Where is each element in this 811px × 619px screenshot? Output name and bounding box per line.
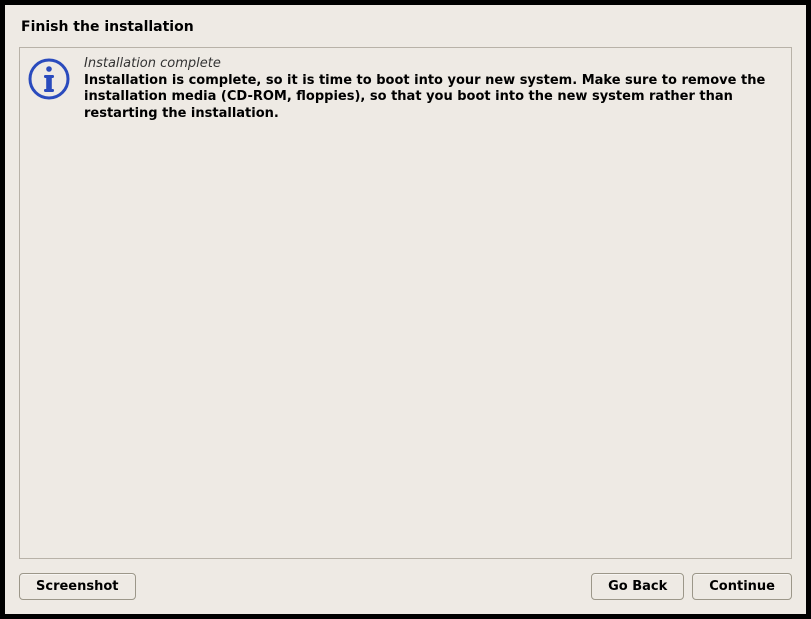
- installer-window: Finish the installation Installation com…: [5, 5, 806, 614]
- content-frame: Installation complete Installation is co…: [19, 47, 792, 559]
- info-text: Installation complete Installation is co…: [84, 56, 779, 122]
- info-row: Installation complete Installation is co…: [28, 56, 779, 122]
- button-bar: Screenshot Go Back Continue: [19, 573, 792, 600]
- screenshot-button[interactable]: Screenshot: [19, 573, 136, 600]
- button-group-right: Go Back Continue: [591, 573, 792, 600]
- page-title: Finish the installation: [19, 19, 792, 35]
- button-group-left: Screenshot: [19, 573, 136, 600]
- go-back-button[interactable]: Go Back: [591, 573, 684, 600]
- continue-button[interactable]: Continue: [692, 573, 792, 600]
- info-icon: [28, 58, 70, 104]
- info-body: Installation is complete, so it is time …: [84, 73, 779, 122]
- info-subtitle: Installation complete: [84, 56, 779, 71]
